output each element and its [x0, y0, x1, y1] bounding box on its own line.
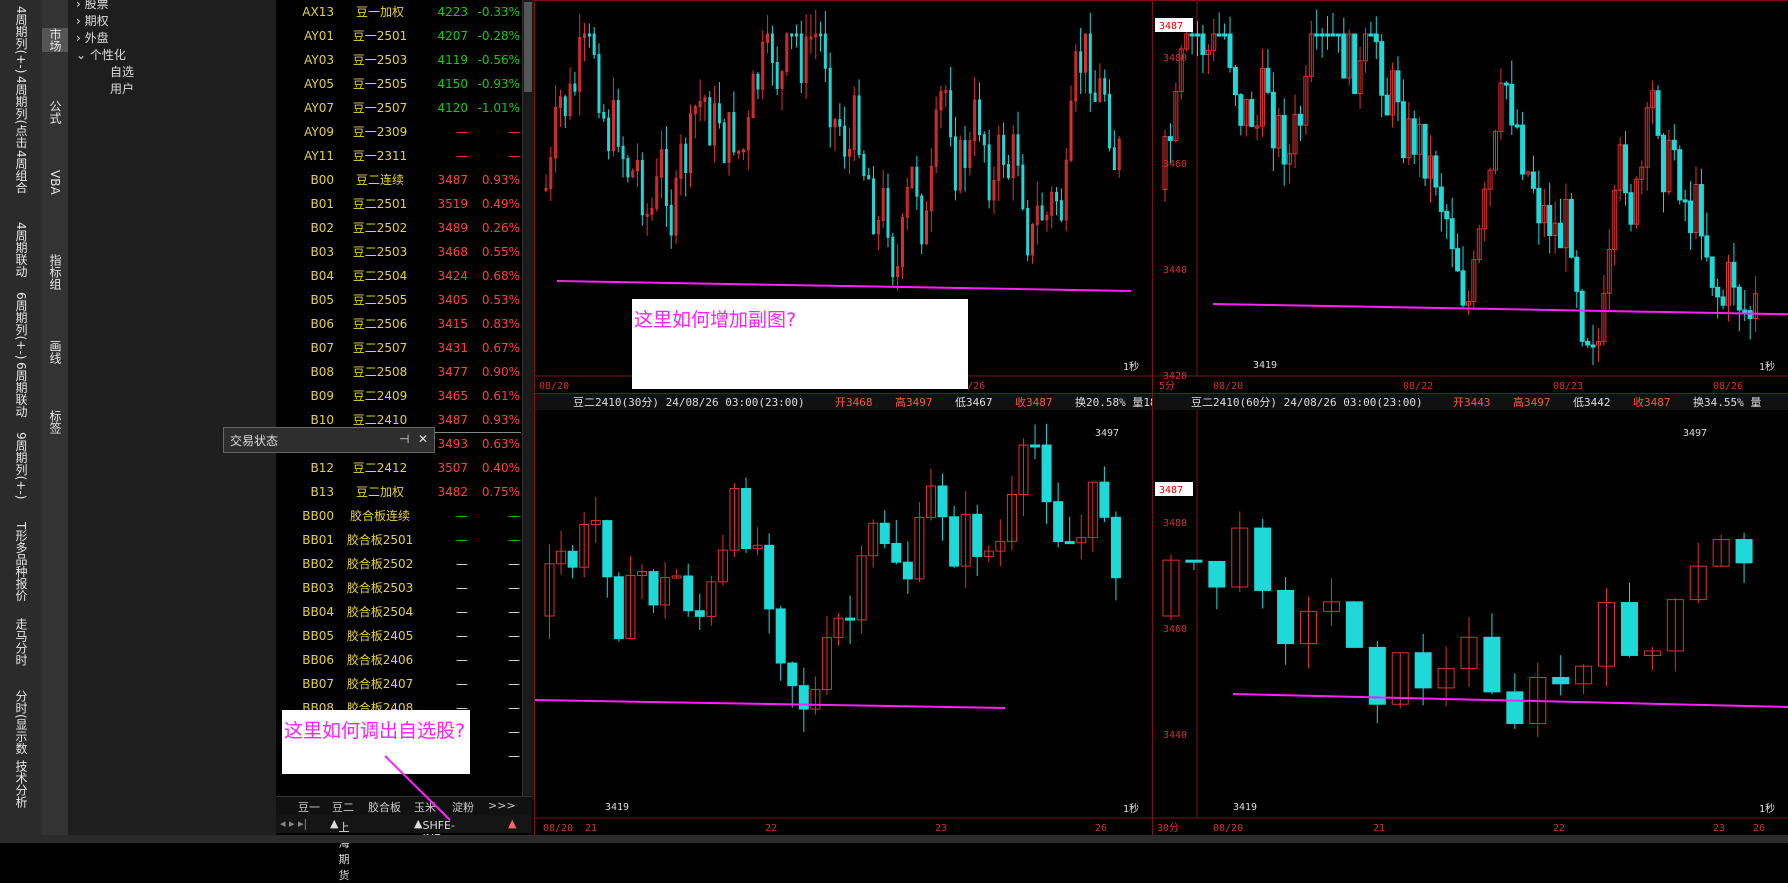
annotation-arrow [384, 755, 451, 821]
status-bar [0, 835, 1788, 843]
